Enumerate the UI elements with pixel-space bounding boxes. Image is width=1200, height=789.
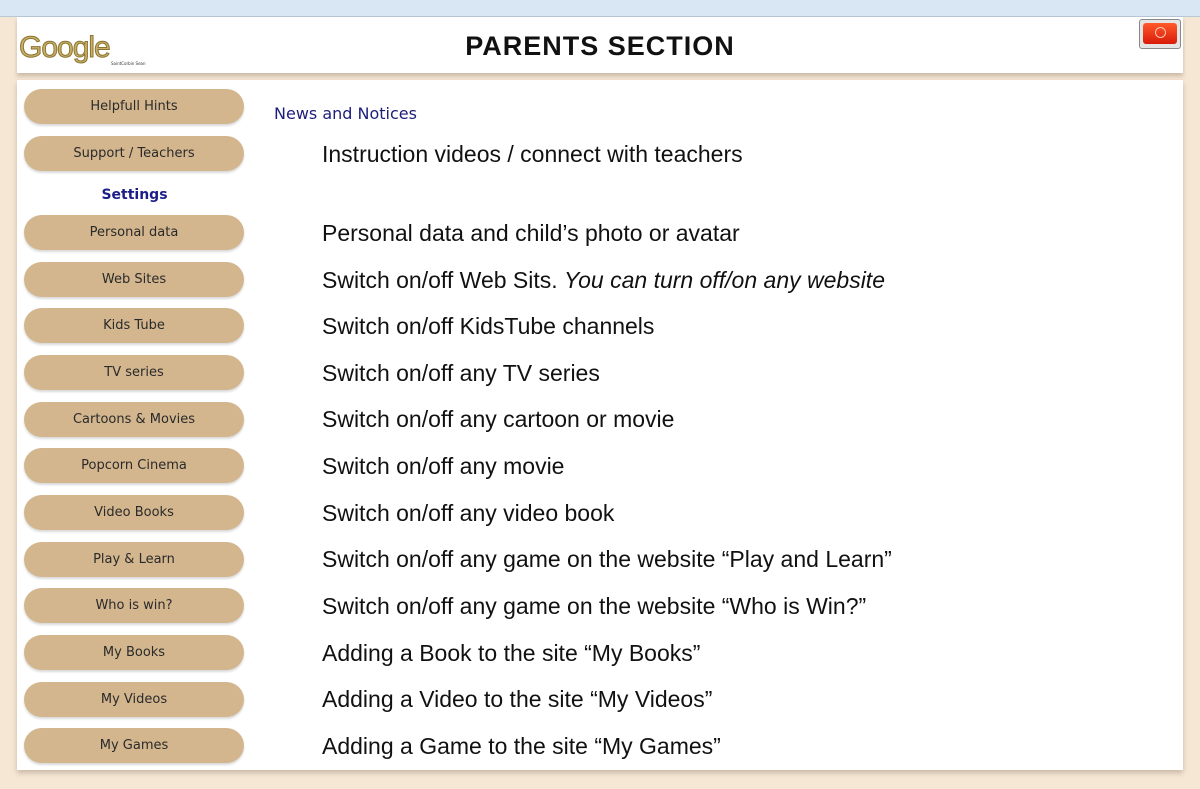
desc-popcorn-cinema: Switch on/off any movie xyxy=(322,453,565,479)
desc-my-videos: Adding a Video to the site “My Videos” xyxy=(322,686,713,712)
nav-popcorn-cinema[interactable]: Popcorn Cinema xyxy=(24,448,244,483)
nav-who-is-win[interactable]: Who is win? xyxy=(24,588,244,623)
settings-heading: Settings xyxy=(101,187,168,203)
desc-web-sites-note: You can turn off/on any website xyxy=(564,267,885,293)
nav-personal-data[interactable]: Personal data xyxy=(24,215,244,250)
nav-video-books[interactable]: Video Books xyxy=(24,495,244,530)
desc-web-sites: Switch on/off Web Sits. You can turn off… xyxy=(322,267,885,293)
desc-cartoons-movies: Switch on/off any cartoon or movie xyxy=(322,406,675,432)
nav-support-teachers[interactable]: Support / Teachers xyxy=(24,136,244,171)
header: Google SaintCorbin Sean PARENTS SECTION xyxy=(17,17,1183,73)
page-title: PARENTS SECTION xyxy=(465,31,735,61)
news-and-notices-link[interactable]: News and Notices xyxy=(274,104,417,123)
desc-who-is-win: Switch on/off any game on the website “W… xyxy=(322,593,867,619)
nav-cartoons-movies[interactable]: Cartoons & Movies xyxy=(24,402,244,437)
nav-my-games[interactable]: My Games xyxy=(24,728,244,763)
desc-play-learn: Switch on/off any game on the website “P… xyxy=(322,546,892,572)
window-top-strip xyxy=(0,0,1200,17)
main-panel: Helpfull Hints Support / Teachers Settin… xyxy=(17,80,1183,770)
desc-my-games: Adding a Game to the site “My Games” xyxy=(322,733,721,759)
nav-web-sites[interactable]: Web Sites xyxy=(24,262,244,297)
desc-video-books: Switch on/off any video book xyxy=(322,500,615,526)
nav-kids-tube[interactable]: Kids Tube xyxy=(24,308,244,343)
desc-my-books: Adding a Book to the site “My Books” xyxy=(322,640,701,666)
nav-my-videos[interactable]: My Videos xyxy=(24,682,244,717)
desc-personal-data: Personal data and child’s photo or avata… xyxy=(322,220,740,246)
power-icon xyxy=(1155,27,1166,38)
power-button[interactable] xyxy=(1139,19,1181,49)
desc-kids-tube: Switch on/off KidsTube channels xyxy=(322,313,655,339)
desc-tv-series: Switch on/off any TV series xyxy=(322,360,600,386)
nav-my-books[interactable]: My Books xyxy=(24,635,244,670)
support-description: Instruction videos / connect with teache… xyxy=(322,141,743,167)
nav-helpfull-hints[interactable]: Helpfull Hints xyxy=(24,89,244,124)
nav-play-learn[interactable]: Play & Learn xyxy=(24,542,244,577)
nav-tv-series[interactable]: TV series xyxy=(24,355,244,390)
